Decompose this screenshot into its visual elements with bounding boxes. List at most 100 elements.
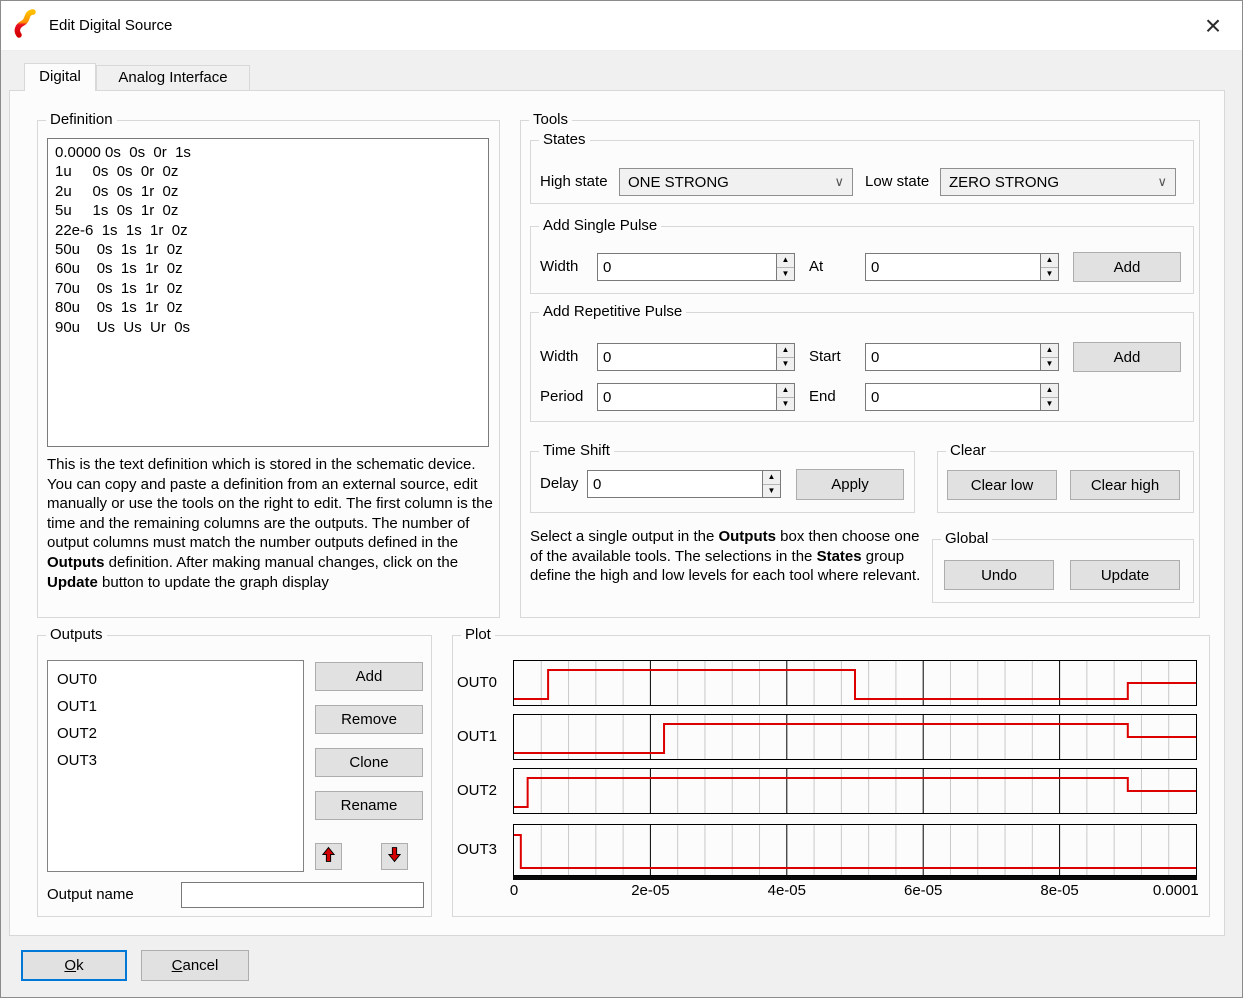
single-pulse-add-button[interactable]: Add <box>1073 252 1181 282</box>
tools-note: Select a single output in the Outputs bo… <box>530 527 922 586</box>
single-pulse-width-label: Width <box>540 253 578 281</box>
clear-low-button[interactable]: Clear low <box>947 470 1057 500</box>
list-item-output[interactable]: OUT0 <box>48 666 303 693</box>
list-item-output[interactable]: OUT1 <box>48 693 303 720</box>
spinner-up-icon[interactable]: ▲ <box>777 384 794 398</box>
repetitive-period-label: Period <box>540 383 583 411</box>
repetitive-end-input[interactable] <box>865 383 1041 411</box>
low-state-select[interactable]: ZERO STRONG ∨ <box>940 168 1176 196</box>
plot-group-label: Plot <box>461 626 495 643</box>
clear-high-button[interactable]: Clear high <box>1070 470 1180 500</box>
repetitive-add-button[interactable]: Add <box>1073 342 1181 372</box>
x-axis-tick-label: 0.0001 <box>1153 882 1199 899</box>
spinner-up-icon[interactable]: ▲ <box>1041 254 1058 268</box>
tools-group-label: Tools <box>529 111 572 128</box>
edit-digital-source-dialog: Edit Digital Source × Digital Analog Int… <box>0 0 1243 998</box>
plot-group: Plot OUT0OUT1OUT2OUT302e-054e-056e-058e-… <box>452 635 1210 917</box>
high-state-label: High state <box>540 168 608 196</box>
output-remove-button[interactable]: Remove <box>315 705 423 734</box>
spinner-up-icon[interactable]: ▲ <box>1041 344 1058 358</box>
x-axis-bar <box>513 876 1197 880</box>
x-axis-tick-label: 6e-05 <box>904 882 942 899</box>
app-icon <box>13 8 37 43</box>
repetitive-period-input[interactable] <box>597 383 777 411</box>
spinner-down-icon[interactable]: ▼ <box>777 358 794 371</box>
plot-output-label: OUT2 <box>457 768 511 814</box>
delay-spinner: ▲ ▼ <box>763 470 781 498</box>
spinner-up-icon[interactable]: ▲ <box>1041 384 1058 398</box>
repetitive-width-label: Width <box>540 343 578 371</box>
time-shift-group: Time Shift Delay ▲ ▼ Apply <box>530 451 915 513</box>
plot-output-label: OUT3 <box>457 824 511 876</box>
add-repetitive-pulse-group-label: Add Repetitive Pulse <box>539 303 686 320</box>
output-clone-button[interactable]: Clone <box>315 748 423 777</box>
move-up-icon <box>322 846 335 868</box>
spinner-down-icon[interactable]: ▼ <box>1041 358 1058 371</box>
plot-output-label: OUT1 <box>457 714 511 760</box>
clear-group-label: Clear <box>946 442 990 459</box>
delay-label: Delay <box>540 470 578 498</box>
outputs-group-label: Outputs <box>46 626 107 643</box>
move-down-button[interactable] <box>381 843 408 870</box>
tab-analog-interface[interactable]: Analog Interface <box>96 65 250 91</box>
output-name-input[interactable] <box>181 882 424 908</box>
repetitive-width-spinner: ▲ ▼ <box>777 343 795 371</box>
spinner-up-icon[interactable]: ▲ <box>777 254 794 268</box>
waveform-OUT1 <box>513 714 1197 760</box>
repetitive-start-label: Start <box>809 343 841 371</box>
update-button[interactable]: Update <box>1070 560 1180 590</box>
repetitive-start-spinner: ▲ ▼ <box>1041 343 1059 371</box>
repetitive-start-input[interactable] <box>865 343 1041 371</box>
tab-digital[interactable]: Digital <box>24 63 96 91</box>
clear-group: Clear Clear low Clear high <box>937 451 1194 513</box>
plot-canvas: OUT0OUT1OUT2OUT302e-054e-056e-058e-050.0… <box>453 636 1209 916</box>
waveform-OUT3 <box>513 824 1197 876</box>
global-group-label: Global <box>941 530 992 547</box>
x-axis-tick-label: 8e-05 <box>1040 882 1078 899</box>
plot-output-label: OUT0 <box>457 660 511 706</box>
waveform-OUT0 <box>513 660 1197 706</box>
cancel-button[interactable]: Cancel <box>141 950 249 981</box>
single-pulse-width-input[interactable] <box>597 253 777 281</box>
output-add-button[interactable]: Add <box>315 662 423 691</box>
repetitive-width-input[interactable] <box>597 343 777 371</box>
repetitive-period-spinner: ▲ ▼ <box>777 383 795 411</box>
single-pulse-at-input[interactable] <box>865 253 1041 281</box>
global-group: Global Undo Update <box>932 539 1194 603</box>
tab-page-digital: Definition 0.0000 0s 0s 0r 1s 1u 0s 0s 0… <box>9 90 1225 936</box>
add-single-pulse-group: Add Single Pulse Width ▲ ▼ At ▲ ▼ <box>530 226 1194 294</box>
output-name-label: Output name <box>47 881 134 909</box>
high-state-select[interactable]: ONE STRONG ∨ <box>619 168 853 196</box>
list-item-output[interactable]: OUT3 <box>48 747 303 774</box>
tools-group: Tools States High state ONE STRONG ∨ Low… <box>520 120 1200 618</box>
move-up-button[interactable] <box>315 843 342 870</box>
high-state-value: ONE STRONG <box>628 174 729 191</box>
spinner-down-icon[interactable]: ▼ <box>1041 398 1058 411</box>
definition-textarea[interactable]: 0.0000 0s 0s 0r 1s 1u 0s 0s 0r 0z 2u 0s … <box>47 138 489 447</box>
close-button[interactable]: × <box>1194 7 1232 45</box>
title-bar: Edit Digital Source × <box>1 1 1242 51</box>
states-group-label: States <box>539 131 590 148</box>
list-item-output[interactable]: OUT2 <box>48 720 303 747</box>
spinner-down-icon[interactable]: ▼ <box>1041 268 1058 281</box>
time-shift-group-label: Time Shift <box>539 442 614 459</box>
low-state-value: ZERO STRONG <box>949 174 1059 191</box>
add-single-pulse-group-label: Add Single Pulse <box>539 217 661 234</box>
single-pulse-at-label: At <box>809 253 823 281</box>
spinner-down-icon[interactable]: ▼ <box>763 485 780 498</box>
definition-group-label: Definition <box>46 111 117 128</box>
spinner-up-icon[interactable]: ▲ <box>777 344 794 358</box>
undo-button[interactable]: Undo <box>944 560 1054 590</box>
apply-button[interactable]: Apply <box>796 469 904 500</box>
delay-input[interactable] <box>587 470 763 498</box>
x-axis-tick-label: 4e-05 <box>768 882 806 899</box>
add-repetitive-pulse-group: Add Repetitive Pulse Width ▲ ▼ Start ▲ ▼ <box>530 312 1194 422</box>
x-axis-tick-label: 0 <box>510 882 518 899</box>
spinner-down-icon[interactable]: ▼ <box>777 398 794 411</box>
ok-button[interactable]: Ok <box>21 950 127 981</box>
outputs-list[interactable]: OUT0OUT1OUT2OUT3 <box>47 660 304 872</box>
spinner-down-icon[interactable]: ▼ <box>777 268 794 281</box>
output-rename-button[interactable]: Rename <box>315 791 423 820</box>
definition-description: This is the text definition which is sto… <box>47 455 503 592</box>
spinner-up-icon[interactable]: ▲ <box>763 471 780 485</box>
